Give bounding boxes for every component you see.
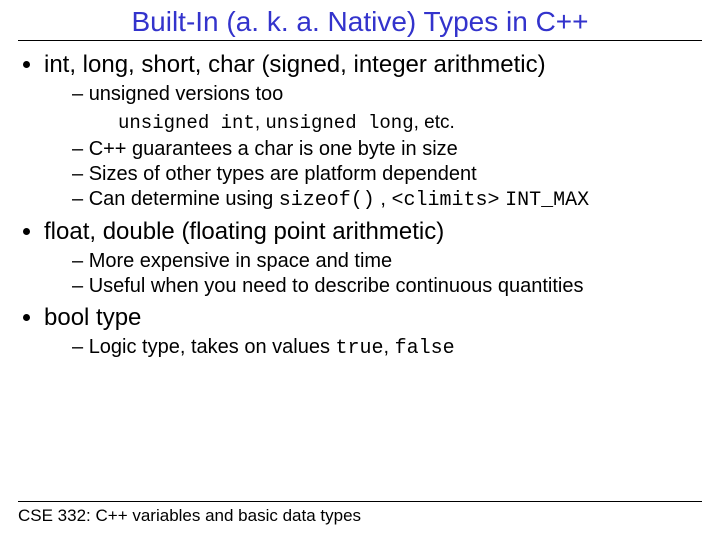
sublist: Logic type, takes on values true, false [44,336,702,360]
footer-divider [18,501,702,502]
text-mid: , [384,336,395,358]
sub-logic: Logic type, takes on values true, false [72,336,702,360]
footer: CSE 332: C++ variables and basic data ty… [18,501,702,526]
slide-title: Built-In (a. k. a. Native) Types in C++ [18,6,702,38]
sub-platform: Sizes of other types are platform depend… [72,163,702,186]
sub-continuous: Useful when you need to describe continu… [72,275,702,298]
text-mid: , [375,188,392,210]
sub-char-byte: C++ guarantees a char is one byte in siz… [72,138,702,161]
code-unsigned-int: unsigned int [118,112,255,134]
footer-text: CSE 332: C++ variables and basic data ty… [18,506,702,526]
bullet-int-types: int, long, short, char (signed, integer … [44,51,702,212]
text-pre: Can determine using [89,188,279,210]
sublist: unsigned versions too [44,83,702,106]
code-false: false [395,337,455,360]
sub-unsigned: unsigned versions too [72,83,702,106]
text-sep: , [255,112,266,133]
code-true: true [336,337,384,360]
code-intmax: INT_MAX [505,189,589,212]
slide: Built-In (a. k. a. Native) Types in C++ … [0,0,720,360]
text-etc: , etc. [414,112,455,133]
bullet-text: float, double (floating point arithmetic… [44,218,444,245]
sublist: C++ guarantees a char is one byte in siz… [44,138,702,212]
bullet-text: bool type [44,304,141,331]
bullet-bool-type: bool type Logic type, takes on values tr… [44,304,702,360]
text-pre: Logic type, takes on values [89,336,336,358]
code-unsigned-long: unsigned long [265,112,413,134]
title-divider [18,40,702,41]
code-sizeof: sizeof() [279,189,375,212]
sub-sizeof: Can determine using sizeof() , <climits>… [72,188,702,212]
code-climits: <climits> [391,189,499,212]
bullet-text: int, long, short, char (signed, integer … [44,51,546,78]
sub-expensive: More expensive in space and time [72,250,702,273]
bullet-list: int, long, short, char (signed, integer … [18,51,702,360]
sublist: More expensive in space and time Useful … [44,250,702,298]
code-line-unsigned: unsigned int, unsigned long, etc. [118,112,702,134]
bullet-float-types: float, double (floating point arithmetic… [44,218,702,298]
